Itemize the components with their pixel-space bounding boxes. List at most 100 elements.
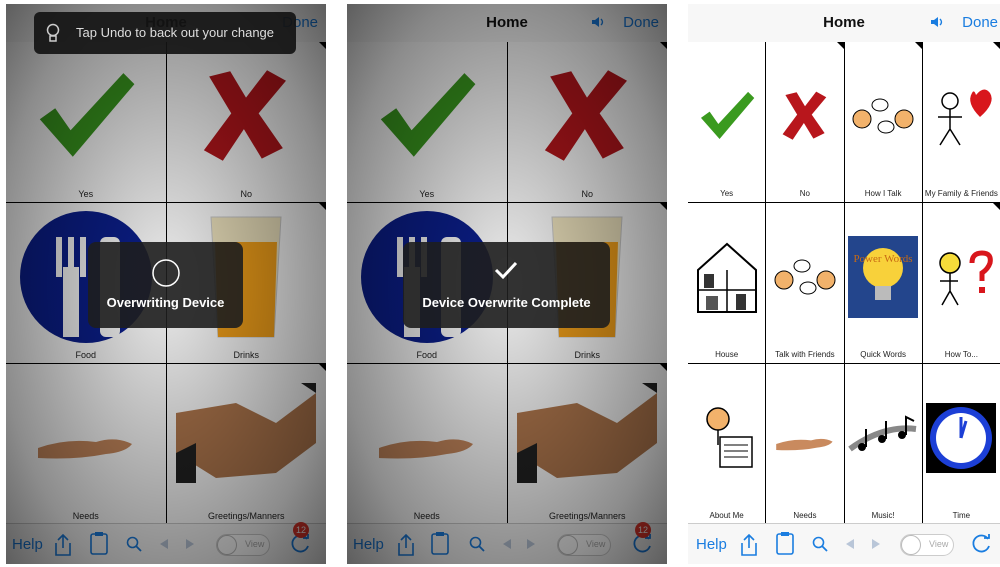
cross-icon	[782, 91, 827, 140]
cell-label: No	[799, 189, 810, 198]
forward-arrow-icon[interactable]	[525, 538, 537, 550]
search-icon[interactable]	[812, 536, 828, 552]
complete-hud: Device Overwrite Complete	[403, 242, 610, 328]
cell-label: Yes	[78, 189, 94, 199]
cell-label: Drinks	[233, 350, 259, 360]
board-cell-house[interactable]: House	[688, 203, 766, 363]
tip-text: Tap Undo to back out your change	[76, 25, 275, 40]
cell-label: About Me	[709, 511, 744, 520]
help-button[interactable]: Help	[353, 536, 384, 553]
handshake-icon	[517, 383, 658, 483]
board-cell-talk-with-friends[interactable]: Talk with Friends	[766, 203, 844, 363]
family-heart-icon	[938, 89, 993, 146]
speaker-icon[interactable]	[591, 16, 605, 28]
music-notes-icon	[848, 415, 917, 452]
speaker-icon[interactable]	[930, 16, 944, 28]
screen-overwrite-complete: Home Done Yes No Food Drinks Needs Greet…	[347, 4, 667, 564]
board-cell-needs[interactable]: Needs	[6, 364, 166, 524]
board-cell-greetings[interactable]: Greetings/Manners	[166, 364, 326, 524]
forward-arrow-icon[interactable]	[870, 538, 882, 550]
screen-overwriting: Home Done Yes No Food Drinks Needs G	[6, 4, 326, 564]
check-icon	[39, 73, 135, 157]
board-cell-greetings[interactable]: Greetings/Manners	[507, 364, 667, 524]
back-arrow-icon[interactable]	[158, 538, 170, 550]
talking-faces-icon	[852, 98, 914, 134]
clipboard-icon[interactable]	[776, 531, 794, 555]
board-cell-no[interactable]: No	[166, 42, 326, 202]
question-person-icon	[939, 250, 994, 306]
board-cell-needs[interactable]: Needs	[347, 364, 507, 524]
view-toggle[interactable]: View	[900, 534, 954, 556]
board-cell-yes[interactable]: Yes	[688, 42, 766, 202]
cell-label: Music!	[871, 511, 895, 520]
nav-title: Home	[823, 14, 865, 31]
checkmark-icon	[494, 261, 518, 280]
cell-label: Needs	[413, 511, 440, 521]
lightbulb-icon	[46, 23, 60, 42]
tip-banner: Tap Undo to back out your change	[34, 12, 296, 54]
clipboard-icon[interactable]	[90, 531, 108, 555]
board-cell-needs[interactable]: Needs	[766, 364, 844, 524]
done-button[interactable]: Done	[962, 14, 998, 31]
cell-label: No	[581, 189, 593, 199]
board-cell-quick-words[interactable]: Power Words Quick Words	[844, 203, 922, 363]
view-label: View	[929, 539, 949, 549]
done-button[interactable]: Done	[623, 14, 659, 31]
cell-label: Drinks	[574, 350, 600, 360]
hand-icon	[378, 439, 473, 459]
back-arrow-icon[interactable]	[501, 538, 513, 550]
clipboard-icon[interactable]	[431, 531, 449, 555]
screen-home-board: Home Done Yes No How I Talk My Family & …	[688, 4, 1000, 564]
hud-text: Overwriting Device	[106, 295, 225, 310]
board-grid: Yes No How I Talk My Family & Friends Ho…	[688, 42, 1000, 524]
power-words-lightbulb-icon: Power Words	[848, 236, 919, 318]
cross-icon	[204, 70, 287, 161]
view-label: View	[586, 539, 606, 549]
board-cell-music[interactable]: Music!	[844, 364, 922, 524]
view-toggle[interactable]: View	[216, 534, 270, 556]
hand-icon	[776, 438, 833, 451]
nav-bar: Home Done	[688, 4, 1000, 42]
board-cell-yes[interactable]: Yes	[6, 42, 166, 202]
share-icon[interactable]	[54, 534, 72, 556]
cell-label: Quick Words	[860, 350, 906, 359]
bottom-toolbar: Help View 12	[6, 522, 326, 564]
cross-icon	[545, 70, 628, 161]
house-icon	[696, 242, 757, 313]
forward-arrow-icon[interactable]	[184, 538, 196, 550]
clock-icon	[926, 403, 997, 473]
board-cell-no[interactable]: No	[507, 42, 667, 202]
refresh-icon[interactable]	[970, 533, 992, 555]
board-cell-how-to[interactable]: How To...	[922, 203, 1000, 363]
help-button[interactable]: Help	[12, 536, 43, 553]
cell-label: Food	[75, 350, 96, 360]
hand-icon	[37, 439, 132, 459]
share-icon[interactable]	[740, 534, 758, 556]
check-icon	[700, 91, 754, 139]
cell-label: Time	[952, 511, 971, 520]
cell-label: My Family & Friends	[924, 189, 998, 198]
board-cell-how-i-talk[interactable]: How I Talk	[844, 42, 922, 202]
spinner-icon	[152, 259, 180, 287]
board-cell-family-friends[interactable]: My Family & Friends	[922, 42, 1000, 202]
bottom-toolbar: Help View	[688, 523, 1000, 564]
check-icon	[380, 73, 476, 157]
board-cell-time[interactable]: Time	[922, 364, 1000, 524]
cell-label: Greetings/Manners	[548, 511, 626, 521]
cell-label: How I Talk	[864, 189, 902, 198]
board-cell-no[interactable]: No	[766, 42, 844, 202]
notification-badge: 12	[635, 522, 651, 538]
back-arrow-icon[interactable]	[844, 538, 856, 550]
view-toggle[interactable]: View	[557, 534, 611, 556]
search-icon[interactable]	[126, 536, 142, 552]
cell-label: Needs	[793, 511, 817, 520]
cell-label: Yes	[720, 189, 734, 198]
cell-label: Greetings/Manners	[207, 511, 285, 521]
view-label: View	[245, 539, 265, 549]
cell-label: Talk with Friends	[775, 350, 835, 359]
board-cell-yes[interactable]: Yes	[347, 42, 507, 202]
search-icon[interactable]	[469, 536, 485, 552]
help-button[interactable]: Help	[696, 536, 727, 553]
share-icon[interactable]	[397, 534, 415, 556]
board-cell-about-me[interactable]: About Me	[688, 364, 766, 524]
